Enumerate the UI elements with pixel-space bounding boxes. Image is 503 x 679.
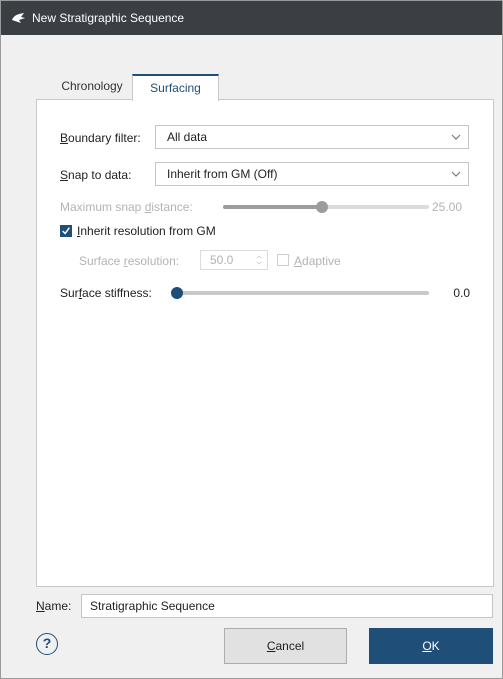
tab-surfacing[interactable]: Surfacing xyxy=(132,74,219,101)
max-snap-distance-label-pre: Maximum snap xyxy=(60,200,145,214)
tab-chronology[interactable]: Chronology xyxy=(52,74,132,101)
cancel-label-text: ancel xyxy=(275,639,305,653)
app-icon xyxy=(12,13,25,23)
name-input[interactable] xyxy=(81,594,493,618)
adaptive-label: Adaptive xyxy=(294,254,341,268)
boundary-filter-label-text: oundary filter: xyxy=(68,131,141,145)
max-snap-distance-slider-fill xyxy=(223,205,322,209)
name-mnemonic: N xyxy=(36,599,45,613)
window-title: New Stratigraphic Sequence xyxy=(32,11,185,25)
tab-bar: Chronology Surfacing xyxy=(52,74,252,101)
surface-stiffness-label-text: ace stiffness: xyxy=(82,286,152,300)
snap-to-data-label-text: nap to data: xyxy=(68,168,132,182)
adaptive-mnemonic: A xyxy=(294,254,303,268)
dialog-window: New Stratigraphic Sequence Chronology Su… xyxy=(0,0,503,679)
chevron-down-icon xyxy=(451,171,461,177)
boundary-filter-label: Boundary filter: xyxy=(60,131,141,145)
adaptive-label-text: daptive xyxy=(302,254,341,268)
name-label-text: ame: xyxy=(44,599,72,613)
name-label: Name: xyxy=(36,599,71,613)
max-snap-distance-slider[interactable] xyxy=(223,201,429,213)
title-bar: New Stratigraphic Sequence xyxy=(1,1,502,35)
help-icon[interactable]: ? xyxy=(36,633,58,655)
boundary-filter-mnemonic: B xyxy=(60,131,69,145)
cancel-button[interactable]: Cancel xyxy=(224,628,347,664)
max-snap-distance-label: Maximum snap distance: xyxy=(60,200,193,214)
ok-label-text: K xyxy=(431,639,440,653)
inherit-resolution-label: Inherit resolution from GM xyxy=(77,224,216,238)
boundary-filter-select[interactable]: All data xyxy=(155,125,469,149)
adaptive-checkbox[interactable] xyxy=(277,254,289,266)
surface-stiffness-slider-knob[interactable] xyxy=(171,287,183,299)
snap-to-data-select[interactable]: Inherit from GM (Off) xyxy=(155,162,469,186)
surface-resolution-value: 50.0 xyxy=(210,253,234,267)
spin-arrows-icon xyxy=(256,255,262,265)
surface-resolution-spinbox[interactable]: 50.0 xyxy=(200,250,268,270)
ok-button[interactable]: OK xyxy=(369,628,493,664)
chevron-down-icon xyxy=(451,134,461,140)
max-snap-distance-label-text: istance: xyxy=(151,200,193,214)
surfacing-panel: Boundary filter: All data Snap to data: … xyxy=(36,99,494,587)
surface-resolution-label: Surface resolution: xyxy=(79,254,179,268)
ok-mnemonic: O xyxy=(422,639,432,653)
max-snap-distance-value: 25.00 xyxy=(431,200,462,214)
surface-stiffness-value: 0.0 xyxy=(453,286,470,300)
boundary-filter-value: All data xyxy=(167,130,208,144)
snap-to-data-mnemonic: S xyxy=(60,168,69,182)
snap-to-data-value: Inherit from GM (Off) xyxy=(167,167,278,181)
surface-stiffness-label: Surface stiffness: xyxy=(60,286,152,300)
inherit-resolution-checkbox[interactable] xyxy=(60,225,72,237)
surface-stiffness-label-pre: Sur xyxy=(60,286,79,300)
surface-resolution-label-pre: Surface xyxy=(79,254,124,268)
snap-to-data-label: Snap to data: xyxy=(60,168,131,182)
surface-resolution-label-text: esolution: xyxy=(127,254,180,268)
inherit-resolution-label-text: nherit resolution from GM xyxy=(80,224,216,238)
max-snap-distance-slider-knob[interactable] xyxy=(316,201,328,213)
surface-stiffness-slider[interactable] xyxy=(171,287,429,299)
checkmark-icon xyxy=(62,227,70,235)
